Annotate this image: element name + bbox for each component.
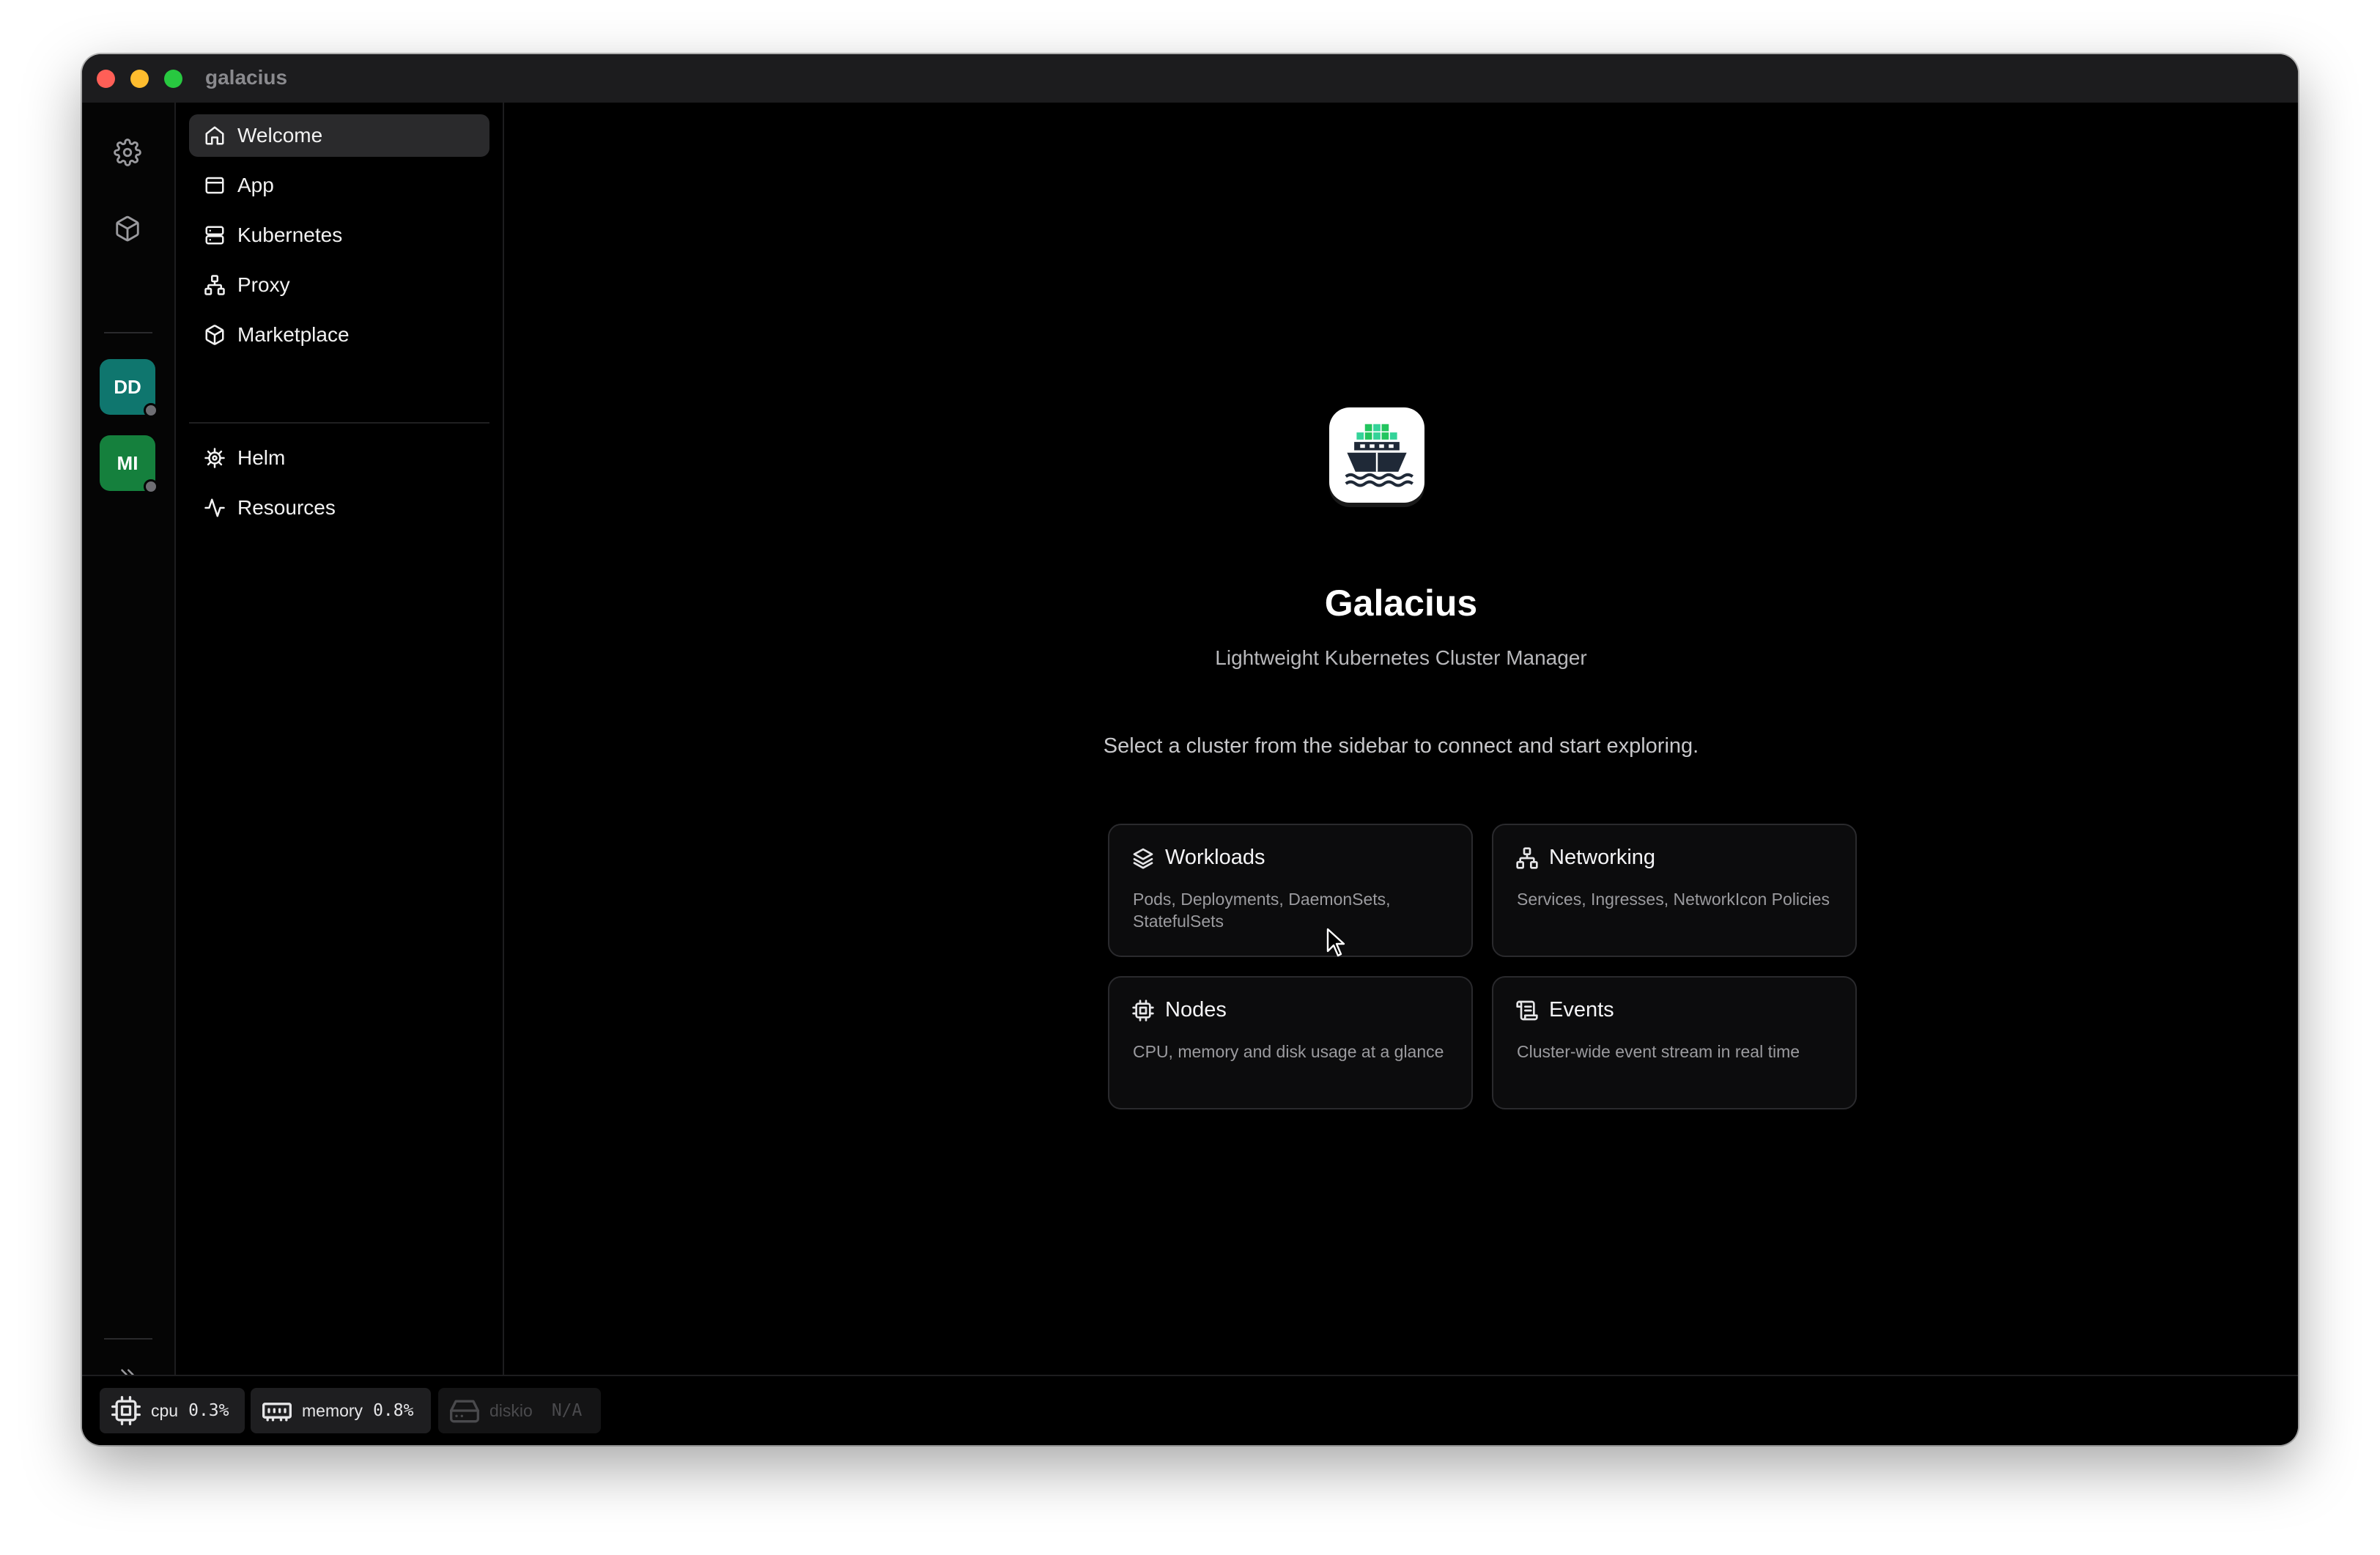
- network-icon: [202, 273, 227, 298]
- mouse-cursor-icon: [1326, 928, 1345, 957]
- network-icon: [1516, 846, 1538, 869]
- sidebar-item-marketplace[interactable]: Marketplace: [189, 314, 489, 356]
- sidebar-item-label: Proxy: [237, 273, 290, 296]
- server-icon: [202, 223, 227, 248]
- status-bar: cpu 0.3% memory 0.8% diskio N/A: [82, 1375, 2298, 1445]
- memory-value: 0.8%: [373, 1401, 414, 1420]
- gear-icon: [114, 138, 141, 166]
- app-subtitle: Lightweight Kubernetes Cluster Manager: [1215, 646, 1587, 669]
- cpu-value: 0.3%: [188, 1401, 229, 1420]
- sidebar-item-label: Resources: [237, 496, 336, 519]
- cpu-icon: [1132, 999, 1154, 1022]
- sidebar-divider: [189, 422, 489, 424]
- maximize-window-button[interactable]: [164, 70, 182, 88]
- sidebar-item-kubernetes[interactable]: Kubernetes: [189, 214, 489, 256]
- window-title: galacius: [205, 66, 288, 89]
- cluster-avatar-mi[interactable]: MI: [100, 435, 158, 494]
- cluster-initials: MI: [117, 451, 138, 474]
- card-description: Pods, Deployments, DaemonSets, StatefulS…: [1133, 890, 1391, 931]
- app-window: galacius DD MI Welcome App Kubernetes Pr…: [82, 54, 2298, 1445]
- card-title: Events: [1549, 998, 1614, 1022]
- cluster-status-dot: [144, 403, 158, 418]
- cpu-label: cpu: [151, 1400, 179, 1420]
- app-window-icon: [202, 173, 227, 198]
- sidebar-item-welcome[interactable]: Welcome: [189, 114, 489, 157]
- cpu-usage-badge: cpu 0.3%: [100, 1388, 245, 1433]
- package-icon: [116, 215, 139, 242]
- card-description: Services, Ingresses, NetworkIcon Policie…: [1517, 890, 1830, 909]
- sidebar-item-app[interactable]: App: [189, 164, 489, 207]
- card-events[interactable]: Events Cluster-wide event stream in real…: [1492, 976, 1857, 1109]
- activity-icon: [202, 495, 227, 520]
- app-name: Galacius: [1324, 583, 1478, 624]
- diskio-usage-badge: diskio N/A: [438, 1388, 601, 1433]
- card-title: Nodes: [1165, 998, 1227, 1022]
- hard-drive-icon: [450, 1400, 479, 1423]
- app-logo: [1329, 407, 1424, 503]
- rail-divider: [104, 332, 152, 333]
- card-title: Workloads: [1165, 846, 1265, 869]
- memory-label: memory: [302, 1400, 363, 1420]
- welcome-panel: Galacius Lightweight Kubernetes Cluster …: [504, 103, 2298, 1426]
- memory-usage-badge: memory 0.8%: [251, 1388, 431, 1433]
- nav-sidebar: Welcome App Kubernetes Proxy Marketplace: [176, 103, 504, 1426]
- card-description: Cluster-wide event stream in real time: [1517, 1042, 1800, 1061]
- cluster-avatar-dd[interactable]: DD: [100, 359, 158, 418]
- package-icon: [202, 322, 227, 347]
- sidebar-item-proxy[interactable]: Proxy: [189, 264, 489, 306]
- sidebar-item-label: Marketplace: [237, 323, 350, 346]
- cluster-initials: DD: [114, 375, 141, 398]
- close-window-button[interactable]: [97, 70, 115, 88]
- sidebar-item-label: Welcome: [237, 124, 323, 147]
- packages-button[interactable]: [106, 207, 149, 251]
- layers-icon: [1133, 848, 1153, 869]
- cpu-icon: [111, 1396, 141, 1425]
- diskio-value: N/A: [551, 1401, 583, 1420]
- settings-button[interactable]: [106, 130, 149, 174]
- scroll-icon: [1516, 1000, 1538, 1020]
- title-bar: galacius: [82, 54, 2298, 104]
- cluster-status-dot: [144, 479, 158, 494]
- sidebar-item-label: Kubernetes: [237, 224, 343, 246]
- sidebar-item-resources[interactable]: Resources: [189, 487, 489, 529]
- card-networking[interactable]: Networking Services, Ingresses, NetworkI…: [1492, 824, 1857, 957]
- helm-icon: [202, 446, 227, 470]
- home-icon: [202, 123, 227, 148]
- card-nodes[interactable]: Nodes CPU, memory and disk usage at a gl…: [1108, 976, 1473, 1109]
- minimize-window-button[interactable]: [130, 70, 149, 88]
- diskio-label: diskio: [489, 1400, 533, 1420]
- rail-divider: [104, 1338, 152, 1340]
- ship-icon: [1345, 424, 1413, 487]
- card-description: CPU, memory and disk usage at a glance: [1133, 1042, 1444, 1061]
- card-title: Networking: [1549, 846, 1656, 869]
- cluster-rail: DD MI: [82, 103, 176, 1426]
- card-workloads[interactable]: Workloads Pods, Deployments, DaemonSets,…: [1108, 824, 1473, 957]
- sidebar-item-helm[interactable]: Helm: [189, 437, 489, 479]
- welcome-hint: Select a cluster from the sidebar to con…: [1103, 734, 1699, 758]
- memory-icon: [262, 1403, 292, 1422]
- sidebar-item-label: Helm: [237, 446, 286, 469]
- sidebar-item-label: App: [237, 174, 274, 196]
